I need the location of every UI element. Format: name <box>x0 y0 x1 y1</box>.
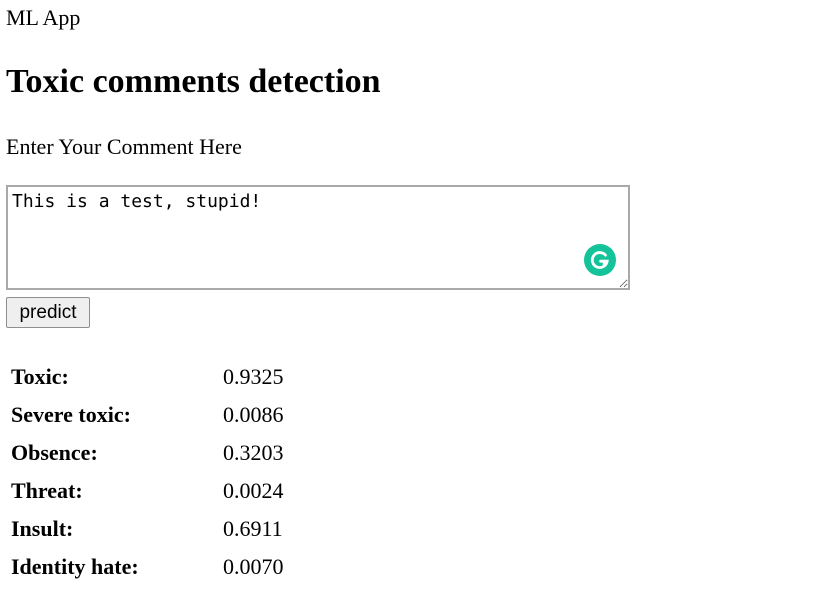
result-value: 0.0086 <box>223 402 284 427</box>
result-row-toxic: Toxic: 0.9325 <box>10 361 285 393</box>
result-value: 0.6911 <box>223 516 283 541</box>
result-value: 0.0024 <box>223 478 284 503</box>
result-value: 0.3203 <box>223 440 284 465</box>
result-label: Obsence: <box>11 440 98 465</box>
result-row-identity-hate: Identity hate: 0.0070 <box>10 551 285 583</box>
result-label: Severe toxic: <box>11 402 131 427</box>
comment-input[interactable]: This is a test, stupid! <box>6 185 630 290</box>
app-title: ML App <box>6 5 81 30</box>
page: ML App Toxic comments detection Enter Yo… <box>0 0 814 592</box>
result-value: 0.0070 <box>223 554 284 579</box>
comment-prompt-label: Enter Your Comment Here <box>6 134 242 159</box>
result-label: Identity hate: <box>11 554 139 579</box>
result-row-insult: Insult: 0.6911 <box>10 513 285 545</box>
grammarly-icon[interactable] <box>584 244 616 276</box>
result-label: Insult: <box>11 516 74 541</box>
result-value: 0.9325 <box>223 364 284 389</box>
comment-input-wrapper: This is a test, stupid! <box>6 185 630 290</box>
predict-button[interactable]: predict <box>6 297 90 328</box>
page-title: Toxic comments detection <box>6 63 381 100</box>
result-label: Toxic: <box>11 364 69 389</box>
prediction-results-table: Toxic: 0.9325 Severe toxic: 0.0086 Obsen… <box>6 355 289 589</box>
result-row-threat: Threat: 0.0024 <box>10 475 285 507</box>
result-label: Threat: <box>11 478 83 503</box>
result-row-obscene: Obsence: 0.3203 <box>10 437 285 469</box>
result-row-severe-toxic: Severe toxic: 0.0086 <box>10 399 285 431</box>
